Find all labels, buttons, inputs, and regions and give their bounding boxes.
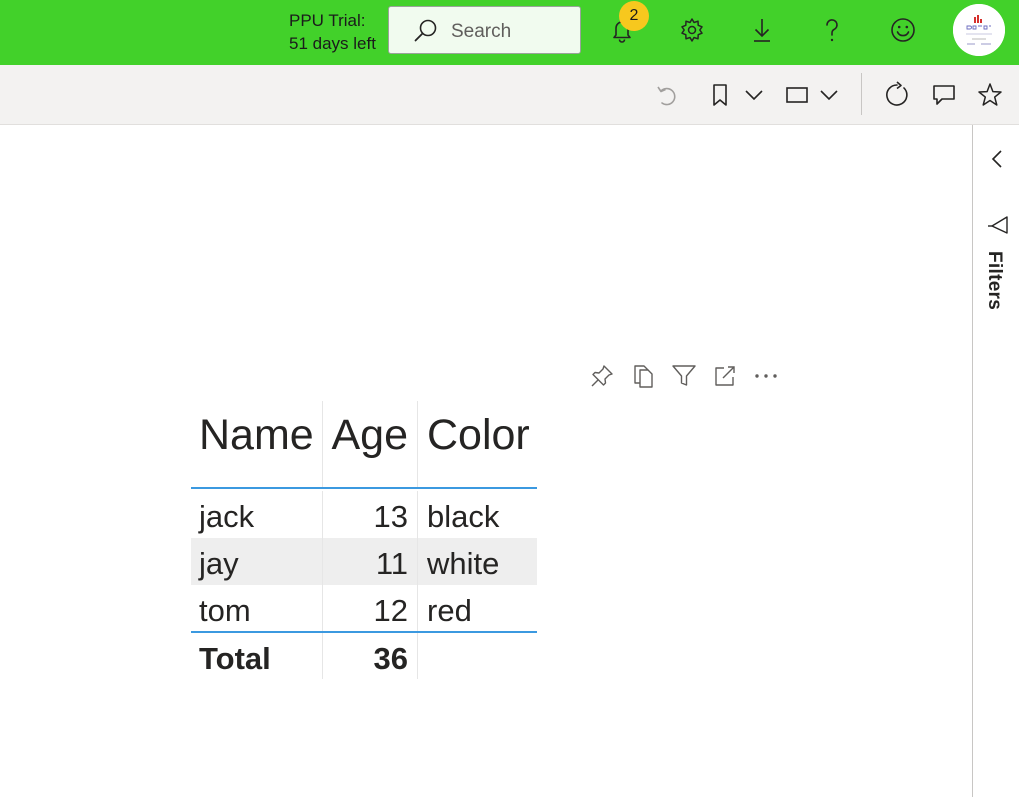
trial-label: PPU Trial: — [289, 11, 366, 30]
comment-icon[interactable] — [930, 81, 958, 109]
table-row[interactable]: jay 11 white — [191, 538, 537, 585]
bookmark-icon[interactable] — [706, 81, 734, 109]
search-placeholder: Search — [451, 21, 512, 42]
star-icon[interactable] — [976, 81, 1004, 109]
gear-icon[interactable] — [678, 16, 706, 44]
copy-visual-icon[interactable] — [629, 362, 657, 390]
undo-icon[interactable] — [653, 81, 681, 109]
cell-name: tom — [199, 593, 251, 628]
trial-status[interactable]: PPU Trial: 51 days left — [289, 9, 376, 55]
pin-icon[interactable] — [588, 362, 616, 390]
notification-badge: 2 — [619, 1, 649, 31]
powerbi-avatar[interactable] — [953, 4, 1005, 56]
cell-age: 13 — [322, 491, 417, 538]
more-options-icon[interactable] — [752, 362, 780, 390]
chevron-left-icon[interactable] — [987, 147, 1007, 171]
filters-pane: Filters — [972, 125, 1019, 797]
cell-name: jay — [199, 546, 239, 581]
chevron-down-icon[interactable] — [815, 81, 843, 109]
total-label: Total — [199, 641, 271, 676]
action-bar — [0, 65, 1019, 125]
cell-color: black — [417, 491, 537, 538]
table-row[interactable]: jack 13 black — [191, 491, 537, 538]
search-box[interactable]: Search — [388, 6, 581, 54]
total-color — [417, 633, 537, 679]
smiley-icon[interactable] — [889, 16, 917, 44]
download-icon[interactable] — [748, 16, 776, 44]
column-header-age[interactable]: Age — [322, 401, 417, 487]
help-icon[interactable] — [818, 16, 846, 44]
filters-label[interactable]: Filters — [983, 251, 1005, 310]
filter-icon[interactable] — [987, 214, 1009, 236]
column-header-name[interactable]: Name — [191, 401, 322, 487]
refresh-icon[interactable] — [883, 81, 911, 109]
focus-mode-icon[interactable] — [711, 362, 739, 390]
trial-days-left: 51 days left — [289, 34, 376, 53]
cell-age: 12 — [322, 585, 417, 631]
total-age: 36 — [322, 633, 417, 679]
column-header-color[interactable]: Color — [417, 401, 537, 487]
cell-color: red — [417, 585, 537, 631]
top-bar: PPU Trial: 51 days left Search 2 — [0, 0, 1019, 65]
search-icon — [414, 19, 437, 42]
table-header-row: Name Age Color — [191, 401, 537, 489]
cell-age: 11 — [322, 538, 417, 585]
action-bar-divider — [861, 73, 862, 115]
visual-header — [588, 362, 783, 390]
table-row[interactable]: tom 12 red — [191, 585, 537, 633]
view-icon[interactable] — [783, 81, 811, 109]
cell-color: white — [417, 538, 537, 585]
chevron-down-icon[interactable] — [740, 81, 768, 109]
filter-icon[interactable] — [670, 362, 698, 390]
table-total-row: Total 36 — [191, 633, 537, 679]
cell-name: jack — [199, 499, 255, 534]
